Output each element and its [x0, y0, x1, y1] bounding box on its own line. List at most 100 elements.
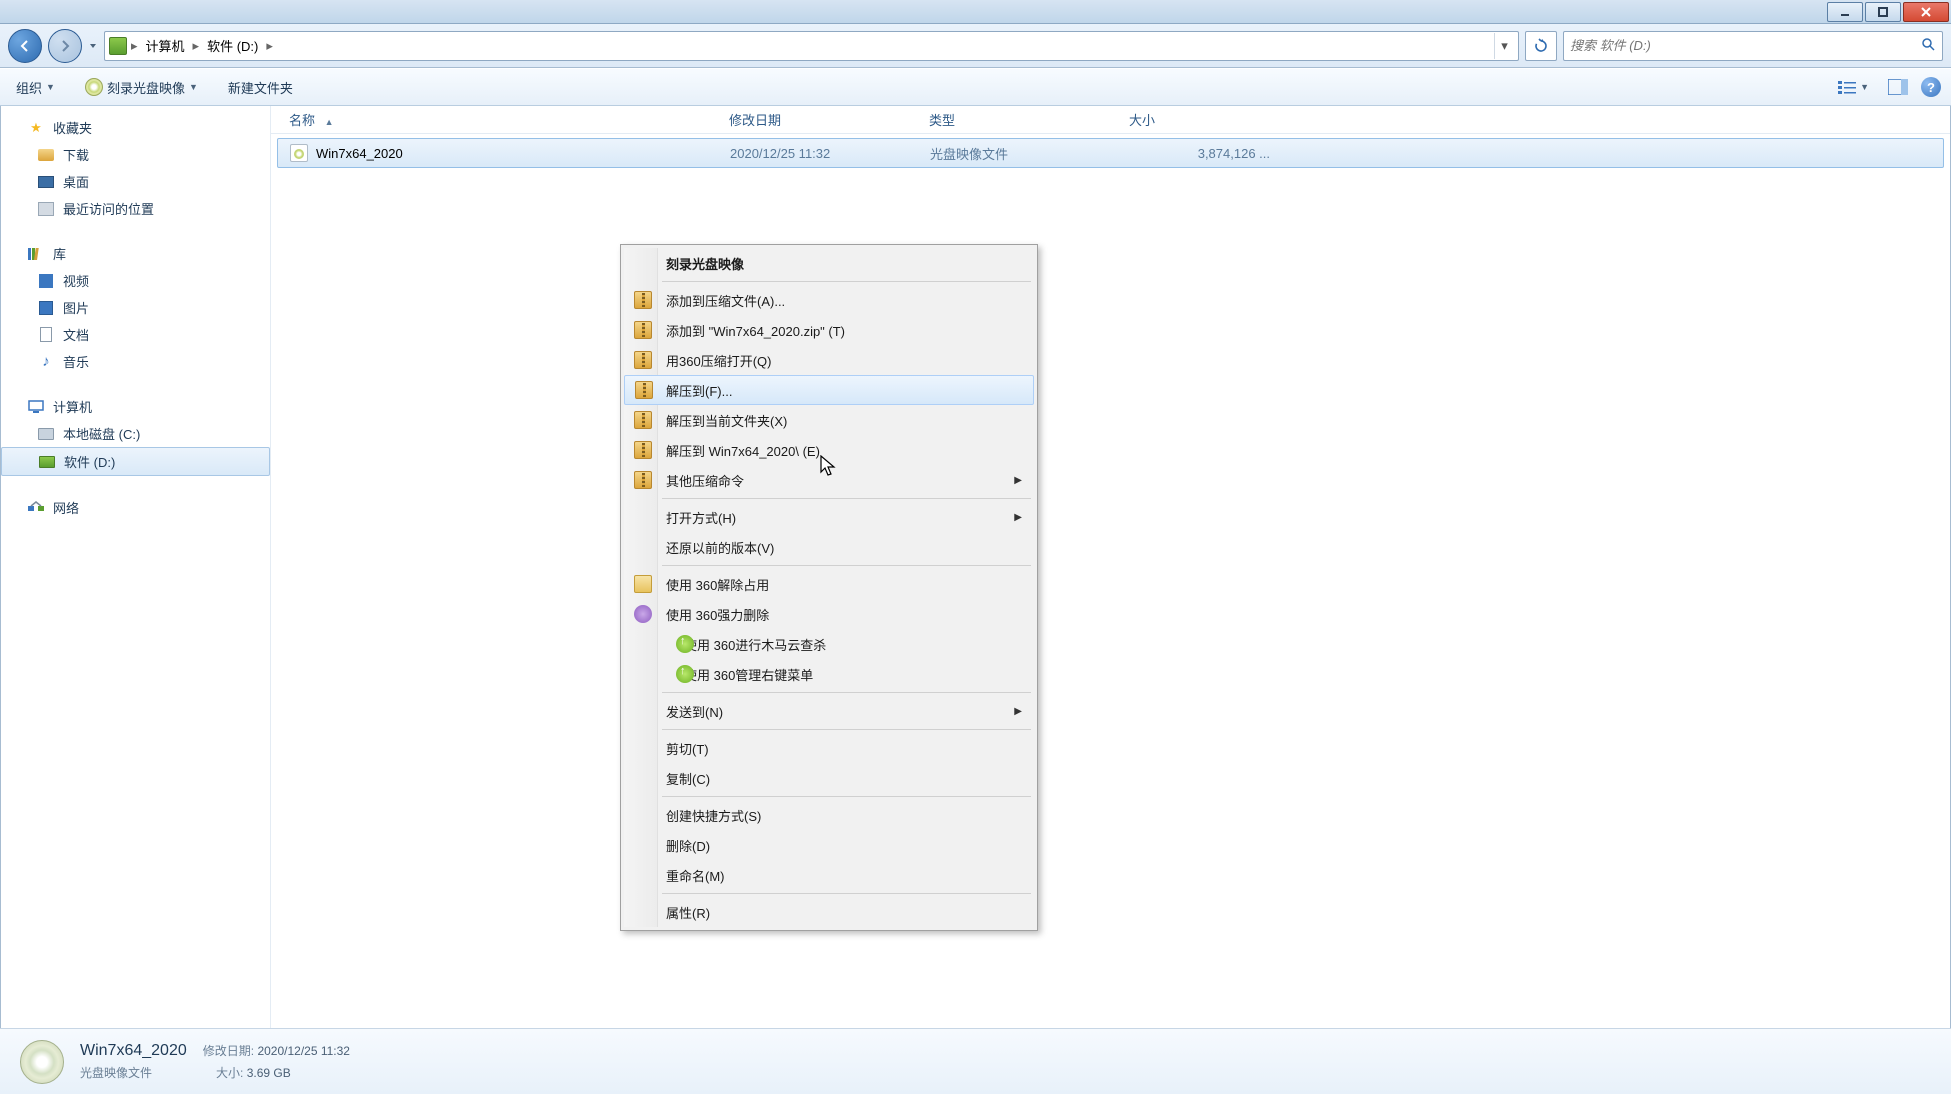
column-name[interactable]: 名称 ▲: [289, 110, 729, 129]
downloads-icon: [38, 149, 54, 161]
file-row[interactable]: Win7x64_2020 2020/12/25 11:32 光盘映像文件 3,8…: [277, 138, 1944, 168]
sidebar-item-documents[interactable]: 文档: [1, 321, 270, 348]
sidebar-item-recent[interactable]: 最近访问的位置: [1, 195, 270, 222]
ctx-extract-to[interactable]: 解压到(F)...: [624, 375, 1034, 405]
360-green-icon: [676, 665, 694, 683]
ctx-label: 用360压缩打开(Q): [666, 351, 771, 370]
navigation-bar: ▸ 计算机 ▸ 软件 (D:) ▸ ▾: [0, 24, 1951, 68]
address-bar[interactable]: ▸ 计算机 ▸ 软件 (D:) ▸ ▾: [104, 31, 1519, 61]
new-folder-label: 新建文件夹: [228, 78, 293, 97]
ctx-label: 解压到当前文件夹(X): [666, 411, 787, 430]
new-folder-button[interactable]: 新建文件夹: [222, 74, 299, 101]
recent-icon: [38, 202, 54, 216]
ctx-label: 解压到 Win7x64_2020\ (E): [666, 441, 820, 460]
maximize-button[interactable]: [1865, 2, 1901, 22]
sidebar-item-label: 音乐: [63, 352, 89, 371]
libraries-header[interactable]: 库: [1, 240, 270, 267]
back-button[interactable]: [8, 29, 42, 63]
search-icon: [1920, 36, 1936, 55]
history-dropdown-icon[interactable]: [88, 41, 98, 51]
submenu-arrow-icon: ▶: [1014, 706, 1022, 717]
ctx-360-scan[interactable]: 使用 360进行木马云查杀: [624, 629, 1034, 659]
breadcrumb-drive[interactable]: 软件 (D:): [203, 34, 262, 57]
sidebar-item-label: 本地磁盘 (C:): [63, 424, 140, 443]
archive-icon: [634, 351, 652, 369]
details-filetype: 光盘映像文件: [80, 1064, 152, 1081]
preview-pane-button[interactable]: [1885, 74, 1911, 100]
context-menu: 刻录光盘映像 添加到压缩文件(A)... 添加到 "Win7x64_2020.z…: [620, 244, 1038, 931]
column-type[interactable]: 类型: [929, 110, 1129, 129]
ctx-label: 创建快捷方式(S): [666, 806, 761, 825]
help-button[interactable]: ?: [1921, 77, 1941, 97]
ctx-open-360[interactable]: 用360压缩打开(Q): [624, 345, 1034, 375]
refresh-button[interactable]: [1525, 31, 1557, 61]
sidebar-item-label: 文档: [63, 325, 89, 344]
ctx-add-zip[interactable]: 添加到 "Win7x64_2020.zip" (T): [624, 315, 1034, 345]
details-disc-icon: [20, 1040, 64, 1084]
iso-file-icon: [290, 144, 308, 162]
sidebar-item-desktop[interactable]: 桌面: [1, 168, 270, 195]
submenu-arrow-icon: ▶: [1014, 475, 1022, 486]
search-input[interactable]: [1570, 38, 1920, 53]
ctx-other-zip[interactable]: 其他压缩命令 ▶: [624, 465, 1034, 495]
sidebar-item-label: 软件 (D:): [64, 452, 115, 471]
details-size-label: 大小:: [216, 1066, 243, 1080]
ctx-rename[interactable]: 重命名(M): [624, 860, 1034, 890]
sidebar-item-downloads[interactable]: 下载: [1, 141, 270, 168]
computer-label: 计算机: [53, 397, 92, 416]
view-button[interactable]: ▼: [1832, 76, 1875, 98]
document-icon: [40, 327, 52, 342]
toolbar: 组织 ▼ 刻录光盘映像 ▼ 新建文件夹 ▼ ?: [0, 68, 1951, 106]
chevron-down-icon: ▼: [46, 82, 55, 92]
ctx-shortcut[interactable]: 创建快捷方式(S): [624, 800, 1034, 830]
ctx-360-menu[interactable]: 使用 360管理右键菜单: [624, 659, 1034, 689]
ctx-360-unlock[interactable]: 使用 360解除占用: [624, 569, 1034, 599]
ctx-copy[interactable]: 复制(C): [624, 763, 1034, 793]
ctx-cut[interactable]: 剪切(T): [624, 733, 1034, 763]
search-box[interactable]: [1563, 31, 1943, 61]
sidebar-item-videos[interactable]: 视频: [1, 267, 270, 294]
close-button[interactable]: [1903, 2, 1949, 22]
sidebar-item-pictures[interactable]: 图片: [1, 294, 270, 321]
ctx-delete[interactable]: 删除(D): [624, 830, 1034, 860]
360-folder-icon: [634, 575, 652, 593]
ctx-extract-here[interactable]: 解压到当前文件夹(X): [624, 405, 1034, 435]
details-size-value: 3.69 GB: [247, 1066, 291, 1080]
column-date[interactable]: 修改日期: [729, 110, 929, 129]
ctx-add-archive[interactable]: 添加到压缩文件(A)...: [624, 285, 1034, 315]
ctx-label: 属性(R): [666, 903, 710, 922]
ctx-360-delete[interactable]: 使用 360强力删除: [624, 599, 1034, 629]
ctx-sendto[interactable]: 发送到(N) ▶: [624, 696, 1034, 726]
computer-group: 计算机 本地磁盘 (C:) 软件 (D:): [1, 393, 270, 476]
disc-icon: [85, 78, 103, 96]
ctx-label: 使用 360解除占用: [666, 575, 769, 594]
organize-button[interactable]: 组织 ▼: [10, 74, 61, 101]
sidebar-item-music[interactable]: ♪ 音乐: [1, 348, 270, 375]
network-header[interactable]: 网络: [1, 494, 270, 521]
ctx-label: 删除(D): [666, 836, 710, 855]
burn-image-button[interactable]: 刻录光盘映像 ▼: [79, 74, 204, 101]
ctx-open-with[interactable]: 打开方式(H) ▶: [624, 502, 1034, 532]
favorites-group: ★ 收藏夹 下载 桌面 最近访问的位置: [1, 114, 270, 222]
breadcrumb-sep: ▸: [193, 38, 200, 54]
ctx-extract-folder[interactable]: 解压到 Win7x64_2020\ (E): [624, 435, 1034, 465]
address-dropdown-icon[interactable]: ▾: [1494, 33, 1514, 59]
ctx-separator: [662, 498, 1031, 499]
drive-icon: [39, 456, 55, 468]
sidebar-item-drive-c[interactable]: 本地磁盘 (C:): [1, 420, 270, 447]
file-date: 2020/12/25 11:32: [730, 146, 930, 161]
forward-button[interactable]: [48, 29, 82, 63]
minimize-button[interactable]: [1827, 2, 1863, 22]
ctx-restore[interactable]: 还原以前的版本(V): [624, 532, 1034, 562]
star-icon: ★: [27, 119, 45, 137]
favorites-header[interactable]: ★ 收藏夹: [1, 114, 270, 141]
ctx-separator: [662, 796, 1031, 797]
ctx-burn[interactable]: 刻录光盘映像: [624, 248, 1034, 278]
column-size[interactable]: 大小: [1129, 110, 1269, 129]
breadcrumb-computer[interactable]: 计算机: [142, 34, 189, 57]
computer-header[interactable]: 计算机: [1, 393, 270, 420]
sidebar-item-label: 视频: [63, 271, 89, 290]
sidebar-item-drive-d[interactable]: 软件 (D:): [1, 447, 270, 476]
archive-icon: [634, 321, 652, 339]
ctx-properties[interactable]: 属性(R): [624, 897, 1034, 927]
